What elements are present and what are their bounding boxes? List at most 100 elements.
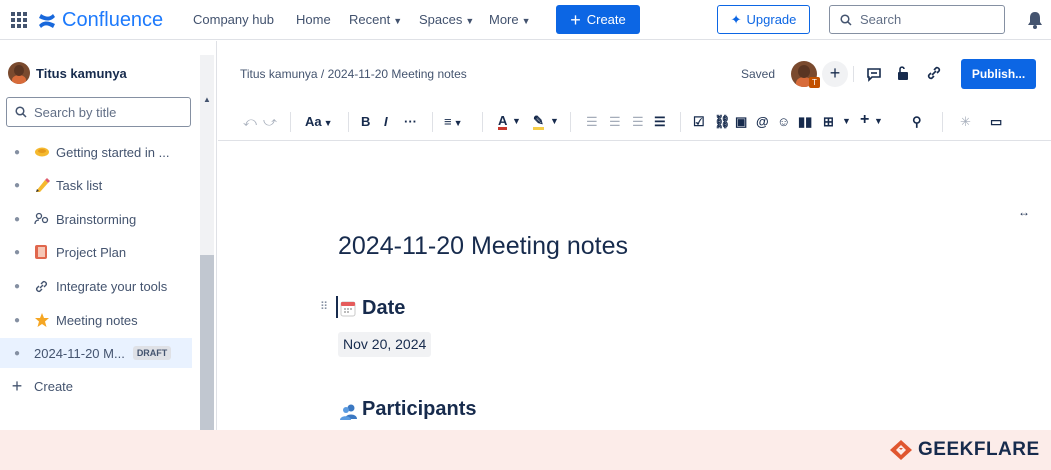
upgrade-button[interactable]: ✦ Upgrade (717, 5, 810, 34)
chevron-down-icon[interactable]: ▼ (550, 116, 559, 126)
star-emoji-icon (34, 312, 56, 328)
sidebar-search-input[interactable]: Search by title (6, 97, 191, 127)
sidebar-scrollbar-thumb[interactable] (200, 255, 214, 430)
confluence-logo[interactable]: Confluence (38, 9, 163, 32)
sidebar: Titus kamunya Search by title ● Getting … (0, 41, 217, 430)
text-color-icon[interactable]: A (498, 114, 508, 130)
sidebar-item-getting-started[interactable]: ● Getting started in ... (0, 137, 200, 167)
nav-recent[interactable]: Recent ▼ (349, 12, 402, 27)
undo-icon[interactable]: ⤺ (243, 114, 257, 130)
search-icon (15, 106, 27, 118)
sidebar-item-task-list[interactable]: ● Task list (0, 170, 200, 200)
invite-plus-icon[interactable]: + (822, 61, 848, 87)
header-divider (853, 66, 854, 82)
text-style-dropdown[interactable]: Aa ▼ (305, 114, 333, 129)
scroll-up-arrow-icon[interactable]: ▲ (203, 95, 211, 104)
sidebar-create-item[interactable]: + Create (0, 371, 200, 401)
bold-icon[interactable]: B (361, 114, 370, 129)
sidebar-item-integrate-tools[interactable]: ● Integrate your tools (0, 271, 200, 301)
unlock-icon[interactable] (896, 65, 910, 81)
create-button-label: Create (586, 12, 626, 27)
sidebar-search-placeholder: Search by title (34, 104, 117, 120)
image-icon[interactable]: ▣ (735, 114, 747, 130)
chevron-down-icon[interactable]: ▼ (512, 116, 521, 126)
chevron-down-icon: ▼ (465, 16, 475, 26)
sidebar-item-label: Integrate your tools (56, 278, 168, 294)
watermark-brand: GEEKFLARE (918, 439, 1040, 460)
page-title[interactable]: 2024-11-20 Meeting notes (338, 232, 628, 261)
toolbar-divider (942, 112, 943, 132)
comment-icon[interactable] (866, 66, 882, 82)
nav-more-label: More (489, 12, 519, 27)
notifications-icon[interactable] (1027, 11, 1043, 29)
chevron-down-icon[interactable]: ▼ (842, 116, 851, 126)
draft-badge: DRAFT (132, 346, 172, 360)
chevron-down-icon: ▼ (521, 16, 531, 26)
bullet-icon: ● (13, 347, 21, 359)
nav-home[interactable]: Home (296, 12, 331, 27)
link-icon[interactable]: ⛓ (714, 114, 731, 130)
space-name[interactable]: Titus kamunya (36, 66, 127, 81)
redo-icon[interactable]: ⤻ (263, 114, 277, 130)
chevron-down-icon: ▼ (453, 118, 463, 128)
task-checkbox-icon[interactable]: ☑ (693, 114, 705, 130)
emoji-icon[interactable]: ☺ (777, 114, 790, 129)
chevron-down-icon[interactable]: ▼ (874, 116, 883, 126)
sidebar-item-brainstorming[interactable]: ● Brainstorming (0, 204, 200, 234)
alignment-icon[interactable]: ≡ ▼ (444, 114, 463, 129)
sidebar-item-label: Project Plan (56, 244, 127, 260)
sidebar-item-current-draft[interactable]: ● 2024-11-20 M... DRAFT (0, 338, 192, 368)
geekflare-logo-icon (889, 439, 913, 461)
bullet-list-icon[interactable]: ☰ (586, 114, 598, 130)
text-style-label: Aa (305, 114, 322, 129)
date-heading[interactable]: Date (362, 297, 405, 320)
date-chip[interactable]: Nov 20, 2024 (338, 332, 432, 357)
link-icon[interactable] (926, 65, 942, 81)
bullet-icon: ● (13, 246, 21, 258)
sidebar-item-label: Meeting notes (56, 312, 138, 328)
nav-company-hub[interactable]: Company hub (193, 12, 274, 27)
italic-icon[interactable]: I (384, 114, 388, 129)
nav-more[interactable]: More ▼ (489, 12, 531, 27)
save-status: Saved (741, 67, 776, 81)
toolbar-divider (570, 112, 571, 132)
sparkle-icon: ✦ (730, 11, 742, 27)
width-toggle-icon[interactable]: ↔ (1018, 205, 1030, 219)
create-button[interactable]: + Create (556, 5, 640, 34)
toolbar-divider (348, 112, 349, 132)
publish-button[interactable]: Publish... (961, 59, 1036, 89)
numbered-list-icon[interactable]: ☰ (609, 114, 621, 130)
sidebar-create-label: Create (34, 378, 74, 394)
nav-recent-label: Recent (349, 12, 391, 27)
nav-spaces[interactable]: Spaces ▼ (419, 12, 474, 27)
toolbar-divider (680, 112, 681, 132)
people-icon (34, 211, 56, 227)
bullet-icon: ● (13, 280, 21, 292)
toolbar-divider (482, 112, 483, 132)
calendar-emoji-icon (340, 300, 356, 317)
layout-icon[interactable]: ▮▮ (798, 114, 812, 130)
bullet-icon: ● (13, 146, 21, 158)
link-icon (34, 279, 56, 294)
sidebar-item-meeting-notes[interactable]: ● Meeting notes (0, 305, 200, 335)
table-icon[interactable]: ⊞ (823, 114, 834, 130)
ai-sparkle-icon[interactable]: ✳ (960, 114, 971, 130)
find-icon[interactable]: ⚲ (912, 114, 922, 130)
chevron-down-icon: ▼ (393, 16, 403, 26)
participants-heading[interactable]: Participants (362, 398, 476, 421)
highlight-icon[interactable]: ✎ (533, 114, 544, 130)
app-switcher-icon[interactable] (10, 11, 28, 29)
space-avatar[interactable] (8, 62, 30, 84)
breadcrumb[interactable]: Titus kamunya / 2024-11-20 Meeting notes (240, 67, 467, 81)
insert-plus-icon[interactable]: + (860, 111, 869, 129)
sidebar-item-project-plan[interactable]: ● Project Plan (0, 237, 200, 267)
more-formatting-icon[interactable]: ··· (404, 114, 417, 129)
drag-handle-icon[interactable]: ⠿ (320, 300, 328, 313)
handshake-emoji-icon (34, 145, 56, 159)
video-icon[interactable]: ▭ (990, 114, 1002, 130)
indent-icon[interactable]: ☰ (654, 114, 666, 130)
outdent-icon[interactable]: ☰ (632, 114, 644, 130)
global-search-input[interactable]: Search (829, 5, 1005, 34)
mention-icon[interactable]: @ (756, 114, 769, 129)
sidebar-item-label: 2024-11-20 M... (34, 345, 125, 361)
